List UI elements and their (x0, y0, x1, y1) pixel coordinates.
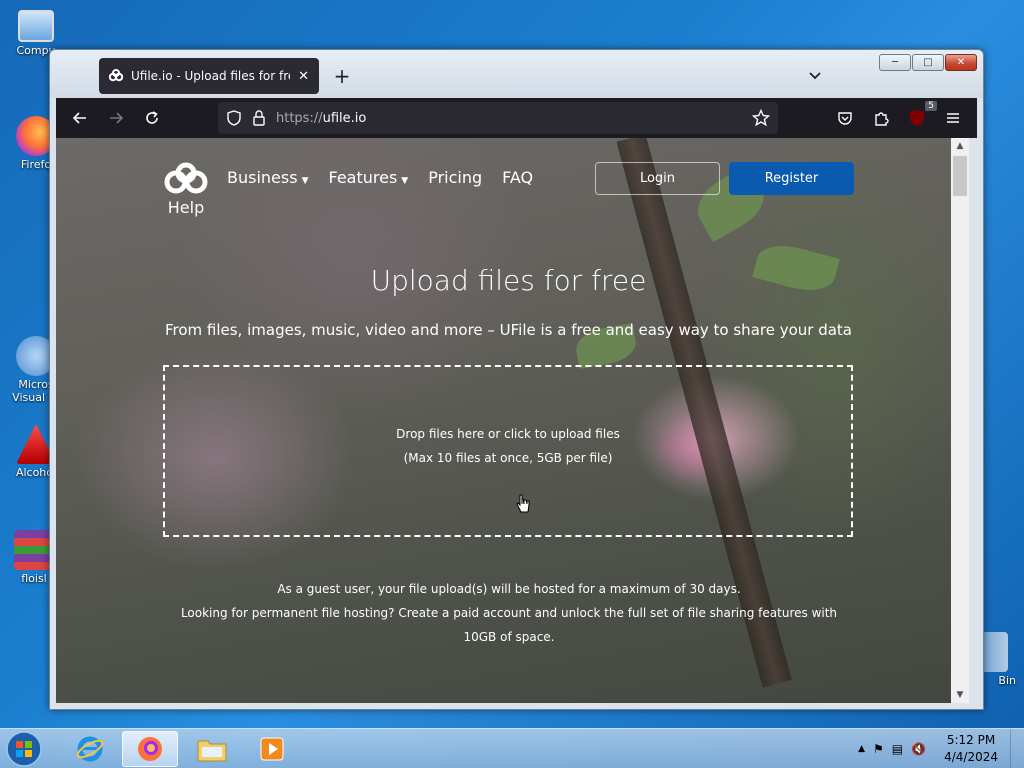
register-button[interactable]: Register (729, 162, 854, 195)
toolbar-right: 5 (829, 101, 969, 134)
back-arrow-icon (72, 112, 86, 124)
plus-icon: + (333, 64, 351, 88)
pocket-button[interactable] (829, 102, 861, 134)
internet-explorer-icon (76, 736, 104, 762)
ublock-origin-button[interactable]: 5 (901, 101, 937, 134)
tab-title: Ufile.io - Upload files for free & (131, 69, 290, 83)
new-tab-button[interactable]: + (330, 64, 354, 88)
clock-date: 4/4/2024 (944, 750, 998, 764)
menu-button[interactable] (937, 102, 969, 134)
page-content: Help Business ▼ Features ▼ Pricing FAQ Log… (56, 138, 969, 703)
caret-down-icon: ▼ (301, 176, 309, 186)
url-text: https://ufile.io (276, 111, 366, 126)
nav-label: Business (227, 168, 298, 187)
scroll-up-icon[interactable]: ▲ (951, 138, 969, 154)
system-tray: ▲ ⚑ ▤ 🔇 5:12 PM 4/4/2024 (858, 729, 998, 768)
back-button[interactable] (64, 102, 96, 134)
minimize-icon: ─ (891, 57, 899, 68)
clock-time: 5:12 PM (946, 733, 996, 747)
hero-subtitle: From files, images, music, video and mor… (164, 321, 853, 339)
taskbar-file-explorer[interactable] (184, 731, 240, 767)
url-host: ufile.io (322, 110, 367, 126)
taskbar: ▲ ⚑ ▤ 🔇 5:12 PM 4/4/2024 (0, 728, 1024, 768)
ublock-shield-icon (910, 110, 924, 126)
reload-button[interactable] (136, 102, 168, 134)
scrollbar-thumb[interactable] (953, 156, 967, 196)
caret-down-icon: ▼ (401, 176, 409, 186)
taskbar-media-player[interactable] (244, 731, 300, 767)
taskbar-internet-explorer[interactable] (62, 731, 118, 767)
hand-cursor-icon (516, 494, 530, 513)
login-button[interactable]: Login (595, 162, 720, 195)
vertical-scrollbar[interactable]: ▲ ▼ (951, 138, 969, 703)
ublock-count-badge: 5 (925, 101, 937, 111)
volume-muted-icon[interactable]: 🔇 (911, 742, 926, 756)
list-all-tabs-button[interactable] (805, 66, 825, 86)
dropzone-limits: (Max 10 files at once, 5GB per file) (403, 451, 613, 465)
upload-dropzone[interactable]: Drop files here or click to upload files… (163, 365, 853, 537)
navigation-toolbar: https://ufile.io 5 (56, 98, 977, 138)
nav-label: Features (328, 168, 398, 187)
help-link[interactable]: Help (162, 198, 210, 217)
tab-ufile[interactable]: Ufile.io - Upload files for free & ✕ (99, 58, 319, 94)
forward-arrow-icon (110, 112, 124, 124)
show-desktop-button[interactable] (1010, 729, 1024, 768)
close-tab-icon[interactable]: ✕ (298, 69, 309, 84)
computer-icon (18, 10, 54, 42)
forward-button[interactable] (100, 102, 132, 134)
maximize-icon: □ (923, 57, 933, 68)
nav-business[interactable]: Business ▼ (227, 168, 308, 187)
action-center-flag-icon[interactable]: ⚑ (873, 742, 884, 756)
taskbar-firefox[interactable] (122, 731, 178, 767)
scroll-down-icon[interactable]: ▼ (951, 687, 969, 703)
lock-icon[interactable] (252, 110, 266, 126)
hero-title: Upload files for free (370, 264, 647, 297)
extensions-button[interactable] (865, 102, 897, 134)
close-window-button[interactable]: ✕ (945, 54, 977, 71)
dropzone-instruction: Drop files here or click to upload files (396, 427, 620, 441)
ufile-logo-icon (109, 69, 123, 83)
ufile-logo-icon (164, 162, 208, 194)
bookmark-star-icon[interactable] (752, 109, 770, 127)
shield-icon[interactable] (226, 110, 242, 126)
guest-notice-line: As a guest user, your file upload(s) wil… (277, 582, 741, 596)
ufile-logo[interactable]: Help (162, 162, 210, 217)
nav-features[interactable]: Features ▼ (328, 168, 408, 187)
firefox-icon (138, 737, 162, 761)
maximize-button[interactable]: □ (912, 54, 944, 71)
close-icon: ✕ (956, 57, 966, 68)
network-icon[interactable]: ▤ (892, 742, 903, 756)
clock[interactable]: 5:12 PM 4/4/2024 (944, 732, 998, 766)
guest-notice-line: Looking for permanent file hosting? Crea… (180, 606, 838, 644)
url-bar[interactable]: https://ufile.io (218, 102, 778, 134)
nav-pricing[interactable]: Pricing (428, 168, 482, 187)
browser-window: ─ □ ✕ Ufile.io - Upload files for free &… (49, 49, 984, 710)
main-nav: Business ▼ Features ▼ Pricing FAQ (227, 168, 533, 187)
window-controls: ─ □ ✕ (879, 54, 977, 71)
chevron-down-icon (809, 72, 821, 80)
media-player-icon (260, 737, 284, 761)
nav-faq[interactable]: FAQ (502, 168, 533, 187)
guest-notice: As a guest user, your file upload(s) wil… (164, 577, 854, 649)
pocket-icon (838, 112, 852, 125)
folder-icon (197, 740, 227, 762)
recycle-bin-icon (982, 632, 1008, 672)
site-header: Help Business ▼ Features ▼ Pricing FAQ Log… (56, 138, 969, 218)
start-button[interactable] (4, 730, 44, 768)
hamburger-icon (947, 113, 959, 123)
reload-icon (146, 111, 158, 124)
puzzle-icon (875, 112, 889, 126)
minimize-button[interactable]: ─ (879, 54, 911, 71)
winrar-icon (14, 530, 54, 570)
url-scheme: https:// (276, 110, 323, 126)
windows-orb-icon (6, 731, 42, 767)
show-hidden-icons-icon[interactable]: ▲ (858, 744, 865, 754)
